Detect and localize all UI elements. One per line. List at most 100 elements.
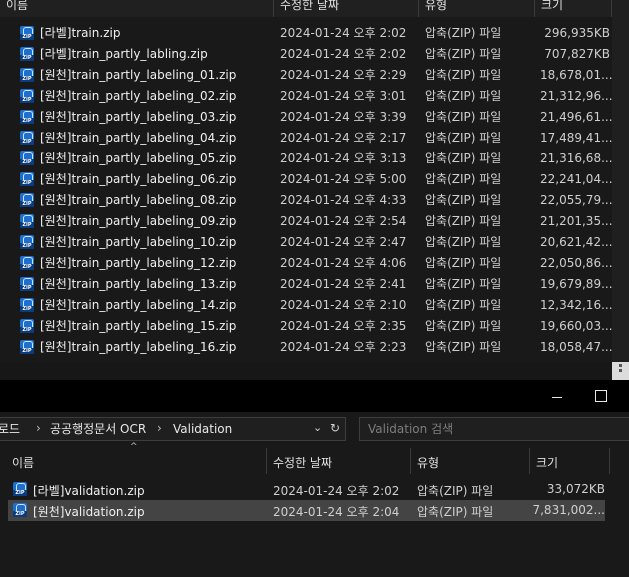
file-type: 압축(ZIP) 파일 [425, 109, 502, 124]
file-row[interactable]: [원천]train_partly_labeling_10.zip 2024-01-… [0, 232, 612, 253]
zip-file-icon [20, 193, 34, 208]
file-size: 7,831,002... [532, 503, 605, 517]
breadcrumb-public-admin-ocr[interactable]: 공공행정문서 OCR [50, 422, 146, 437]
file-type: 압축(ZIP) 파일 [425, 130, 502, 145]
file-row[interactable]: [라벨]validation.zip 2024-01-24 오후 2:02 압축(Z… [8, 479, 605, 500]
file-size: 22,055,79... [540, 193, 612, 208]
file-name: [라벨]validation.zip [33, 484, 145, 498]
column-header-name[interactable]: 이름 [6, 448, 267, 474]
zip-file-icon [20, 214, 34, 229]
zip-file-icon [20, 109, 34, 124]
file-row[interactable]: [원천]train_partly_labeling_02.zip 2024-01-… [0, 86, 612, 107]
file-type: 압축(ZIP) 파일 [425, 151, 502, 166]
file-type: 압축(ZIP) 파일 [425, 193, 502, 208]
file-row[interactable]: [원천]train_partly_labeling_05.zip 2024-01-… [0, 148, 612, 169]
file-name: [원천]train_partly_labeling_05.zip [40, 151, 237, 166]
file-name: [원천]train_partly_labeling_12.zip [40, 255, 237, 270]
file-name: [라벨]train.zip [40, 26, 121, 40]
chevron-right-icon[interactable]: › [36, 421, 41, 435]
file-size: 17,489,41... [540, 130, 612, 145]
file-row[interactable]: [원천]train_partly_labeling_04.zip 2024-01-… [0, 128, 612, 149]
file-type: 압축(ZIP) 파일 [425, 67, 502, 82]
file-row[interactable]: [원천]train_partly_labeling_06.zip 2024-01-… [0, 169, 612, 190]
zip-file-icon [20, 276, 34, 291]
scrollbar-grip-icon[interactable] [612, 362, 629, 380]
file-date: 2024-01-24 오후 3:13 [280, 151, 407, 166]
zip-file-icon [13, 482, 27, 496]
title-bar [0, 380, 629, 412]
chevron-right-icon[interactable]: › [157, 421, 162, 435]
file-row[interactable]: [원천]train_partly_labeling_12.zip 2024-01-… [0, 253, 612, 274]
vertical-scrollbar[interactable] [612, 0, 629, 380]
address-bar[interactable]: 로드 › 공공행정문서 OCR › Validation ⌄ ↻ [0, 417, 346, 441]
search-box[interactable] [359, 417, 629, 441]
breadcrumb-downloads[interactable]: 로드 [0, 422, 20, 437]
file-date: 2024-01-24 오후 2:23 [280, 339, 407, 354]
file-size: 296,935KB [544, 26, 610, 40]
file-type: 압축(ZIP) 파일 [425, 88, 502, 103]
file-row[interactable]: [원천]train_partly_labeling_14.zip 2024-01-… [0, 295, 612, 316]
file-date: 2024-01-24 오후 2:02 [280, 26, 407, 40]
file-row[interactable]: [원천]train_partly_labeling_08.zip 2024-01-… [0, 190, 612, 211]
file-size: 19,679,89... [540, 276, 612, 291]
file-size: 18,058,47... [540, 339, 612, 354]
zip-file-icon [13, 503, 27, 517]
horizontal-scrollbar[interactable] [0, 362, 629, 380]
column-header-date[interactable]: 수정한 날짜 [274, 0, 419, 17]
file-row[interactable]: [원천]train_partly_labeling_16.zip 2024-01-… [0, 337, 612, 358]
file-row[interactable]: [원천]train_partly_labeling_09.zip 2024-01-… [0, 211, 612, 232]
file-type: 압축(ZIP) 파일 [425, 255, 502, 270]
file-name: [원천]train_partly_labeling_04.zip [40, 130, 237, 145]
column-header-size[interactable]: 크기 [530, 448, 610, 474]
file-type: 압축(ZIP) 파일 [425, 46, 502, 61]
minimize-icon[interactable] [545, 384, 569, 406]
file-row[interactable]: [원천]validation.zip 2024-01-24 오후 2:04 압축(Z… [8, 500, 605, 521]
column-header-type[interactable]: 유형 [411, 448, 530, 474]
breadcrumb-validation[interactable]: Validation [173, 422, 232, 437]
file-size: 21,316,68... [540, 151, 612, 166]
maximize-icon[interactable] [588, 384, 612, 406]
column-header-date[interactable]: 수정한 날짜 [267, 448, 411, 474]
zip-file-icon [20, 151, 34, 166]
file-size: 22,241,04... [540, 172, 612, 187]
file-row[interactable]: [라벨]train_partly_labling.zip 2024-01-24 오… [0, 44, 612, 65]
column-header-name[interactable]: 이름 [0, 0, 274, 17]
file-row[interactable]: [라벨]train.zip 2024-01-24 오후 2:02 압축(ZIP) 파… [0, 23, 612, 44]
file-date: 2024-01-24 오후 4:06 [280, 255, 407, 270]
file-size: 22,050,86... [540, 255, 612, 270]
zip-file-icon [20, 339, 34, 354]
column-header-type[interactable]: 유형 [419, 0, 535, 17]
zip-file-icon [20, 46, 34, 61]
file-date: 2024-01-24 오후 2:02 [280, 46, 407, 61]
file-type: 압축(ZIP) 파일 [425, 235, 502, 249]
column-header-row: 이름 수정한 날짜 유형 크기 [0, 448, 629, 474]
file-name: [원천]train_partly_labeling_01.zip [40, 67, 237, 82]
file-row[interactable]: [원천]train_partly_labeling_13.zip 2024-01-… [0, 274, 612, 295]
file-name: [원천]train_partly_labeling_13.zip [40, 276, 237, 291]
file-size: 18,678,01... [540, 67, 612, 82]
file-type: 압축(ZIP) 파일 [425, 276, 502, 291]
file-name: [원천]train_partly_labeling_06.zip [40, 172, 237, 187]
file-type: 압축(ZIP) 파일 [425, 26, 502, 40]
zip-file-icon [20, 88, 34, 103]
file-date: 2024-01-24 오후 2:41 [280, 276, 407, 291]
file-row[interactable]: [원천]train_partly_labeling_01.zip 2024-01-… [0, 65, 612, 86]
file-size: 19,660,03... [540, 318, 612, 333]
file-row[interactable]: [원천]train_partly_labeling_15.zip 2024-01-… [0, 316, 612, 337]
file-size: 12,342,16... [540, 297, 612, 312]
file-type: 압축(ZIP) 파일 [425, 339, 502, 354]
file-row[interactable]: [원천]train_partly_labeling_03.zip 2024-01-… [0, 107, 612, 128]
file-type: 압축(ZIP) 파일 [425, 318, 502, 333]
file-size: 21,312,96... [540, 88, 612, 103]
refresh-icon[interactable]: ↻ [330, 421, 344, 437]
chevron-down-icon[interactable]: ⌄ [313, 421, 327, 437]
search-input[interactable] [368, 421, 618, 437]
file-name: [원천]train_partly_labeling_10.zip [40, 235, 237, 249]
file-date: 2024-01-24 오후 3:39 [280, 109, 407, 124]
file-date: 2024-01-24 오후 2:10 [280, 297, 407, 312]
file-date: 2024-01-24 오후 2:54 [280, 214, 407, 229]
file-type: 압축(ZIP) 파일 [425, 214, 502, 229]
column-header-size[interactable]: 크기 [535, 0, 612, 17]
file-date: 2024-01-24 오후 5:00 [280, 172, 407, 187]
file-name: [원천]train_partly_labeling_14.zip [40, 297, 237, 312]
